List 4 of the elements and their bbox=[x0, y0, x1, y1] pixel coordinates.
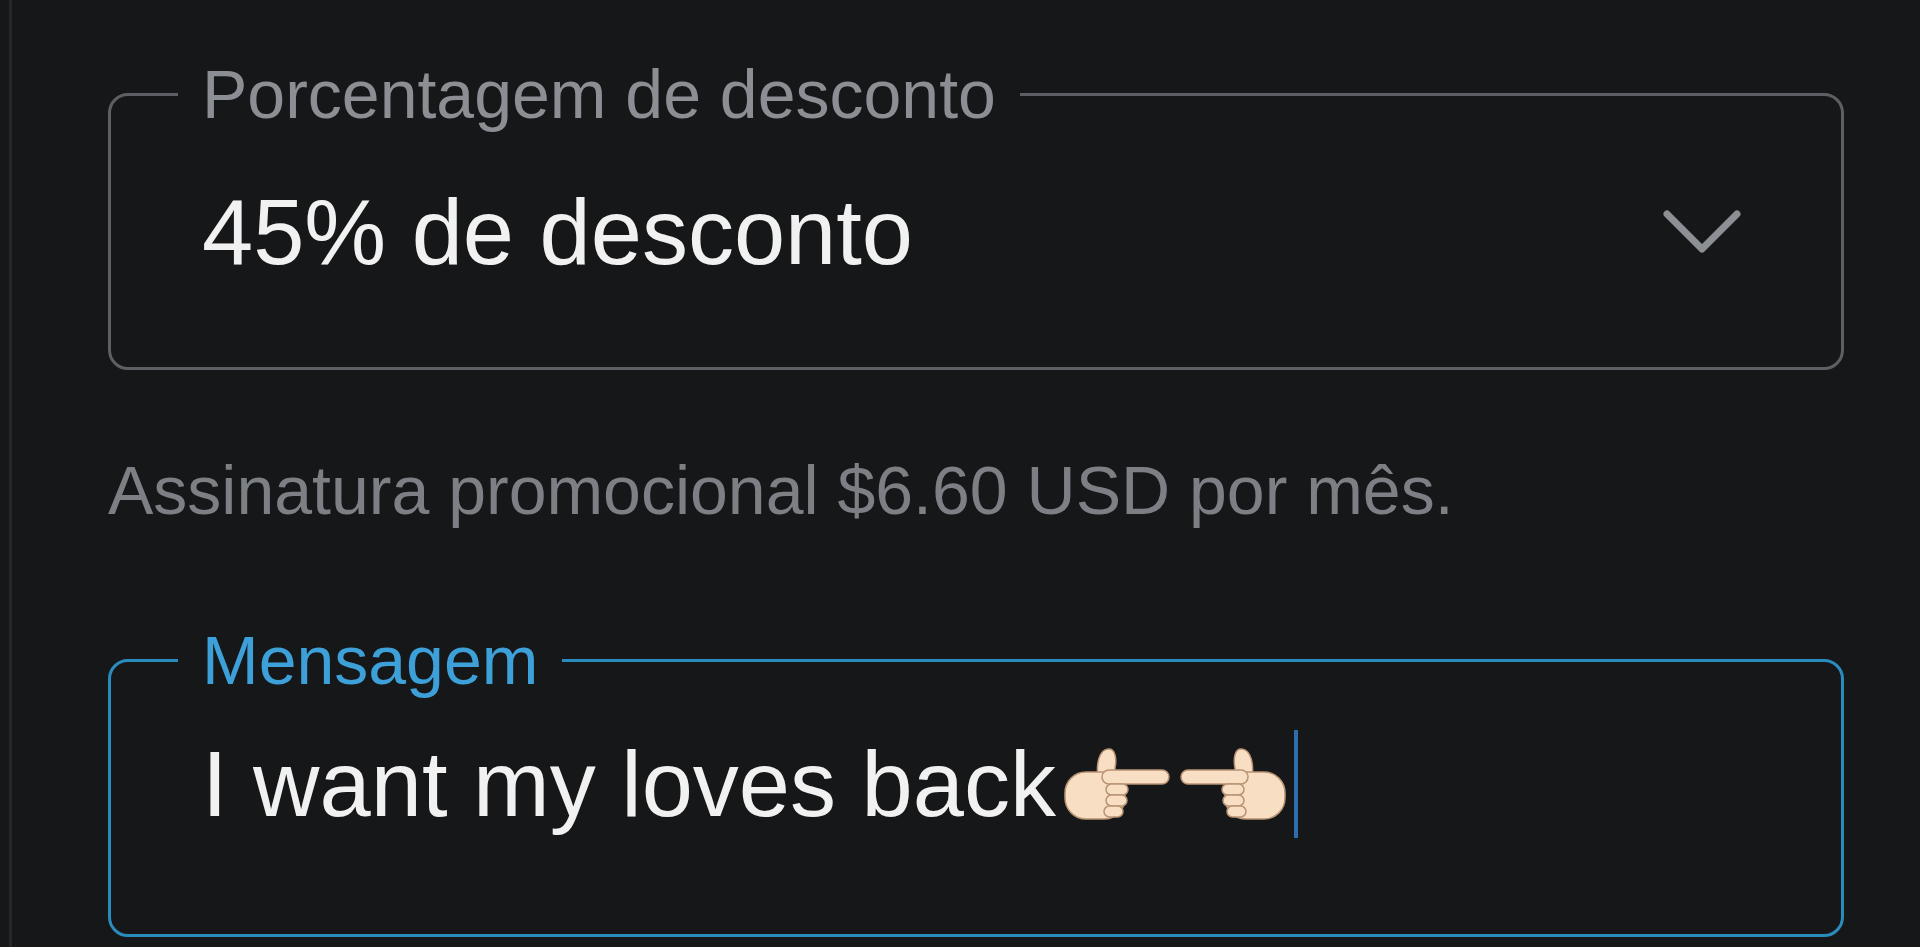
pointing-left-hand-icon bbox=[1177, 746, 1288, 822]
chevron-down-icon bbox=[1662, 208, 1742, 255]
pointing-right-hand-icon bbox=[1061, 746, 1172, 822]
helper-text: Assinatura promocional $6.60 USD por mês. bbox=[108, 451, 1455, 530]
